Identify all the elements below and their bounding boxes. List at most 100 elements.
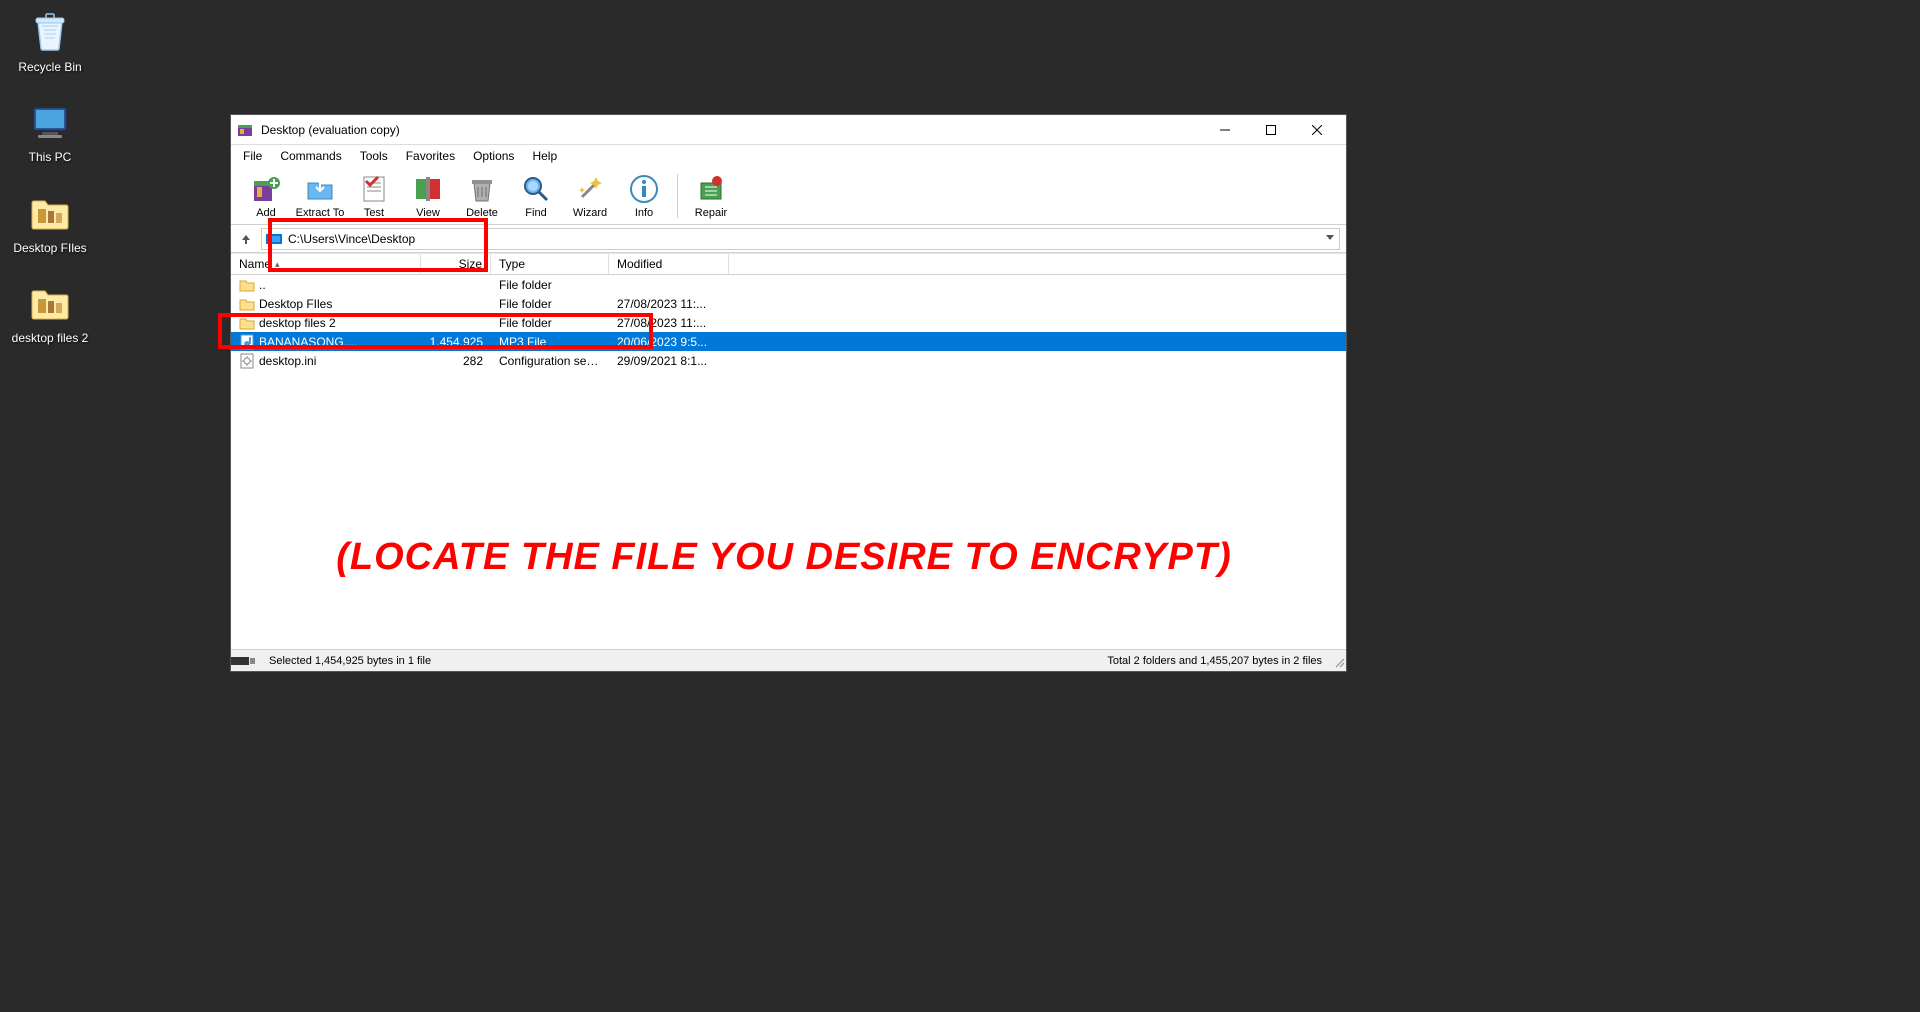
file-list-header: Name▴ Size Type Modified [231,253,1346,275]
winrar-app-icon [237,122,253,138]
address-field[interactable]: C:\Users\Vince\Desktop [261,228,1340,250]
menu-help[interactable]: Help [524,147,565,165]
file-type-icon [239,334,255,350]
file-modified: 27/08/2023 11:... [609,297,729,311]
sort-ascending-icon: ▴ [275,259,280,270]
toolbar-wizard-button[interactable]: Wizard [563,169,617,223]
file-type-icon [239,296,255,312]
menubar: File Commands Tools Favorites Options He… [231,145,1346,167]
toolbar-extract-to-button[interactable]: Extract To [293,169,347,223]
toolbar-view-button[interactable]: View [401,169,455,223]
desktop-icon-label: desktop files 2 [12,331,89,345]
column-modified[interactable]: Modified [609,254,729,274]
status-bar: Selected 1,454,925 bytes in 1 file Total… [231,649,1346,671]
winrar-window: Desktop (evaluation copy) File Commands … [230,114,1347,672]
toolbar-test-button[interactable]: Test [347,169,401,223]
file-type: Configuration setti... [491,354,609,368]
menu-favorites[interactable]: Favorites [398,147,463,165]
wizard-icon [574,173,606,205]
up-button[interactable] [237,230,255,248]
extract-to-icon [304,173,336,205]
repair-icon [695,173,727,205]
desktop-icon-label: This PC [29,150,72,164]
toolbar-info-button[interactable]: Info [617,169,671,223]
info-icon [628,173,660,205]
menu-commands[interactable]: Commands [272,147,349,165]
file-type-icon [239,353,255,369]
folder-icon [26,189,74,237]
status-selected: Selected 1,454,925 bytes in 1 file [261,655,439,667]
file-row[interactable]: BANANASONG.... 1,454,925MP3 File20/06/202… [231,332,1346,351]
file-row[interactable]: desktop files 2 File folder27/08/2023 11:… [231,313,1346,332]
file-row[interactable]: .. File folder [231,275,1346,294]
status-drive-icon [231,655,255,667]
column-size[interactable]: Size [421,254,491,274]
menu-options[interactable]: Options [465,147,522,165]
desktop-icons: Recycle Bin This PC Desktop FIles deskto… [4,8,96,346]
toolbar-label: Delete [466,207,498,219]
file-type-icon [239,315,255,331]
toolbar-label: Repair [695,207,727,219]
folder-icon [26,279,74,327]
drive-icon [266,232,282,246]
status-total: Total 2 folders and 1,455,207 bytes in 2… [1099,655,1330,667]
toolbar-find-button[interactable]: Find [509,169,563,223]
menu-tools[interactable]: Tools [352,147,396,165]
file-type: File folder [491,278,609,292]
recycle-bin-icon [26,8,74,56]
file-list[interactable]: ..File folderDesktop FIlesFile folder27/… [231,275,1346,649]
desktop-icon-label: Desktop FIles [13,241,86,255]
titlebar[interactable]: Desktop (evaluation copy) [231,115,1346,145]
toolbar-separator [677,174,678,218]
maximize-button[interactable] [1248,116,1294,144]
file-modified: 29/09/2021 8:1... [609,354,729,368]
window-title: Desktop (evaluation copy) [261,123,1202,137]
file-modified: 20/06/2023 9:5... [609,335,729,349]
column-type[interactable]: Type [491,254,609,274]
file-name: Desktop FIles [259,297,332,311]
desktop-icon-label: Recycle Bin [18,60,81,74]
toolbar-label: Test [364,207,384,219]
desktop-icon-recycle-bin[interactable]: Recycle Bin [4,8,96,74]
toolbar-add-button[interactable]: Add [239,169,293,223]
toolbar-label: Extract To [296,207,345,219]
toolbar-label: View [416,207,440,219]
file-row[interactable]: desktop.ini 282Configuration setti...29/0… [231,351,1346,370]
address-bar: C:\Users\Vince\Desktop [231,225,1346,253]
minimize-button[interactable] [1202,116,1248,144]
file-type: MP3 File [491,335,609,349]
file-name: desktop files 2 [259,316,336,330]
file-modified: 27/08/2023 11:... [609,316,729,330]
file-name: .. [259,278,266,292]
file-type-icon [239,277,255,293]
file-type: File folder [491,297,609,311]
address-path: C:\Users\Vince\Desktop [288,232,415,246]
file-row[interactable]: Desktop FIles File folder27/08/2023 11:..… [231,294,1346,313]
close-button[interactable] [1294,116,1340,144]
this-pc-icon [26,98,74,146]
desktop-icon-desktop-files-2[interactable]: desktop files 2 [4,279,96,345]
file-type: File folder [491,316,609,330]
menu-file[interactable]: File [235,147,270,165]
file-size: 1,454,925 [421,335,491,349]
toolbar-label: Wizard [573,207,607,219]
add-icon [250,173,282,205]
find-icon [520,173,552,205]
toolbar-delete-button[interactable]: Delete [455,169,509,223]
test-icon [358,173,390,205]
toolbar-label: Info [635,207,653,219]
toolbar-repair-button[interactable]: Repair [684,169,738,223]
column-name[interactable]: Name▴ [231,254,421,274]
toolbar-label: Add [256,207,276,219]
delete-icon [466,173,498,205]
address-dropdown-icon[interactable] [1325,232,1335,242]
toolbar: Add Extract To Test View Delete Find Wiz… [231,167,1346,225]
file-size: 282 [421,354,491,368]
toolbar-label: Find [525,207,546,219]
view-icon [412,173,444,205]
resize-grip-icon[interactable] [1330,653,1346,669]
file-name: desktop.ini [259,354,316,368]
desktop-icon-desktop-files[interactable]: Desktop FIles [4,189,96,255]
desktop-icon-this-pc[interactable]: This PC [4,98,96,164]
file-name: BANANASONG.... [259,335,357,349]
